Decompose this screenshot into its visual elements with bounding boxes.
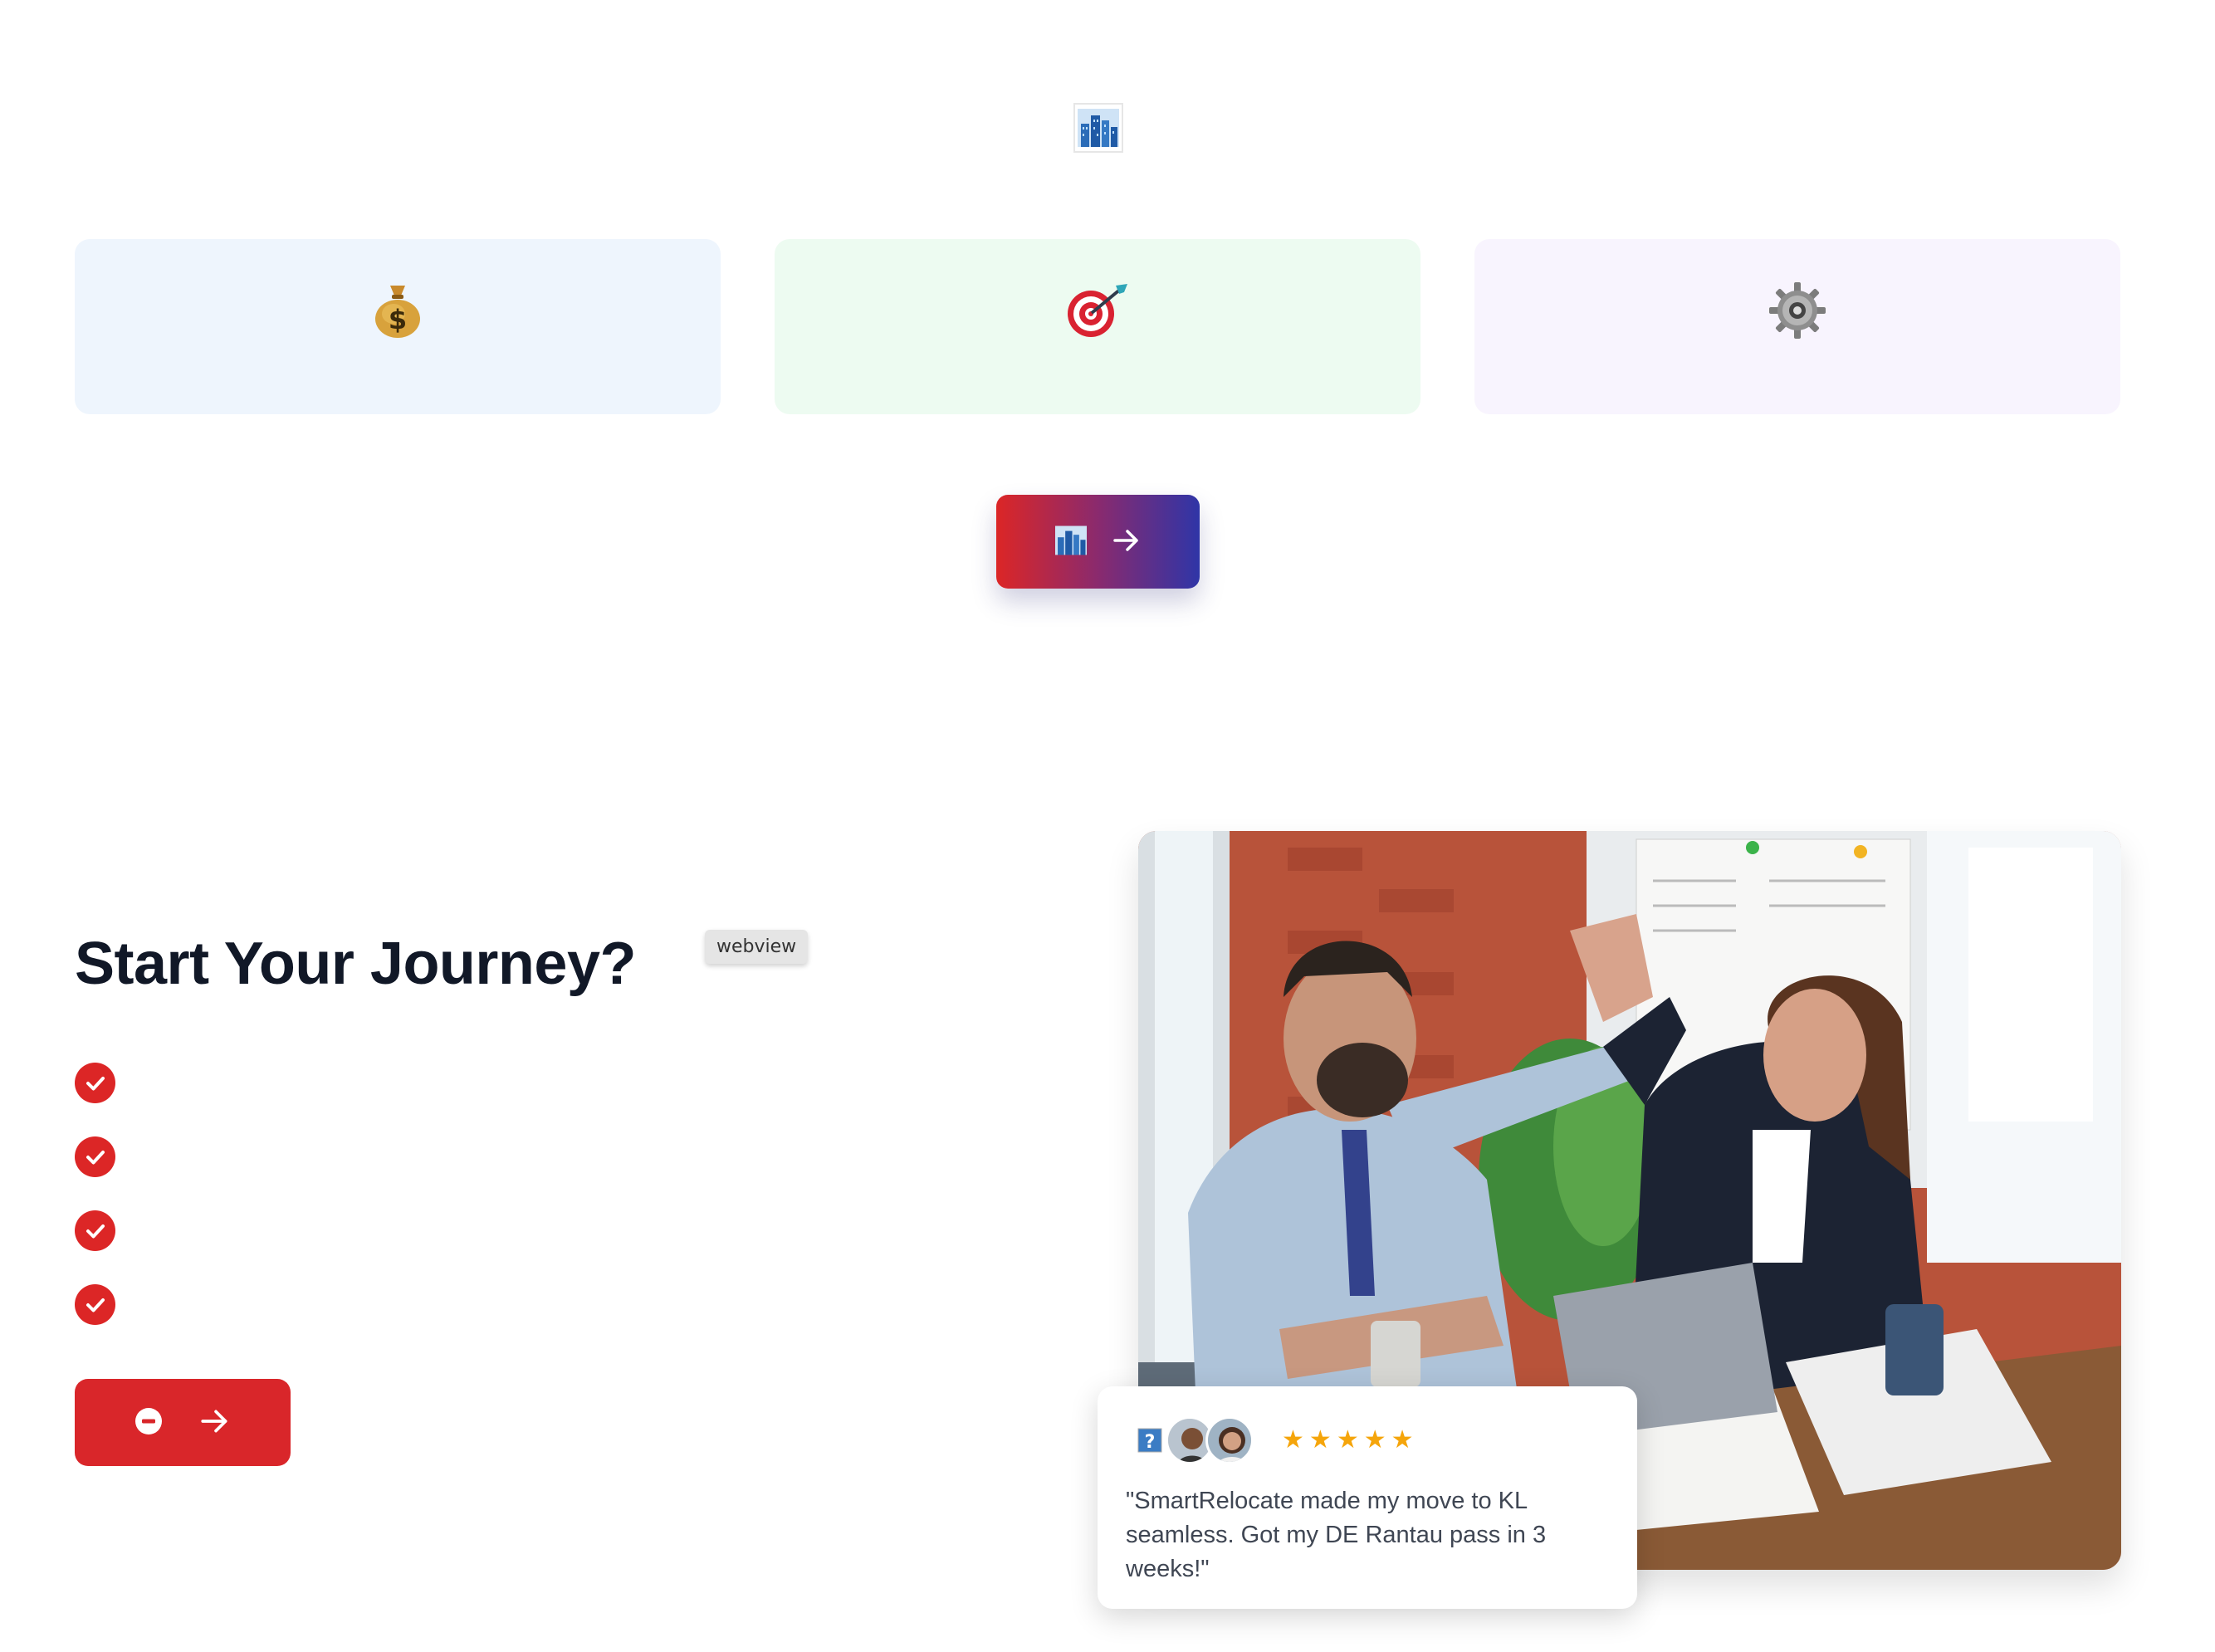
cityscape-icon [1073, 103, 1123, 153]
explore-cities-button[interactable] [996, 495, 1200, 589]
star-icon: ★ [1336, 1426, 1359, 1454]
avatar [1205, 1416, 1254, 1464]
start-journey-button[interactable] [75, 1379, 291, 1466]
list-item [75, 1136, 115, 1210]
webview-tooltip: webview [705, 930, 809, 964]
list-item [75, 1284, 115, 1358]
star-icon: ★ [1282, 1426, 1304, 1454]
minus-circle-icon [134, 1407, 163, 1438]
svg-text:$: $ [389, 304, 407, 335]
star-icon: ★ [1363, 1426, 1386, 1454]
check-circle-icon [75, 1063, 115, 1103]
gear-icon [1768, 281, 1827, 414]
avatar-group: ? [1126, 1416, 1254, 1464]
feature-card-settings [1474, 239, 2120, 414]
arrow-right-icon [199, 1405, 231, 1439]
check-circle-icon [75, 1284, 115, 1325]
arrow-right-icon [1112, 525, 1142, 558]
testimonial-card: ? ★ ★ ★ ★ ★ "SmartRelocate made my move … [1098, 1386, 1637, 1609]
cityscape-icon [1054, 525, 1087, 559]
list-item [75, 1063, 115, 1136]
target-icon [1066, 281, 1129, 414]
testimonial-quote: "SmartRelocate made my move to KL seamle… [1126, 1488, 1547, 1582]
star-icon: ★ [1391, 1426, 1414, 1454]
feature-card-money: $ [75, 239, 721, 414]
benefit-checklist [75, 1063, 115, 1358]
check-circle-icon [75, 1136, 115, 1177]
money-bag-icon: $ [374, 281, 422, 414]
svg-text:?: ? [1145, 1432, 1156, 1453]
star-icon: ★ [1308, 1426, 1332, 1454]
feature-card-target [775, 239, 1420, 414]
list-item [75, 1210, 115, 1284]
check-circle-icon [75, 1210, 115, 1251]
star-rating: ★ ★ ★ ★ ★ [1282, 1428, 1414, 1453]
journey-title: Start Your Journey? [75, 931, 636, 997]
